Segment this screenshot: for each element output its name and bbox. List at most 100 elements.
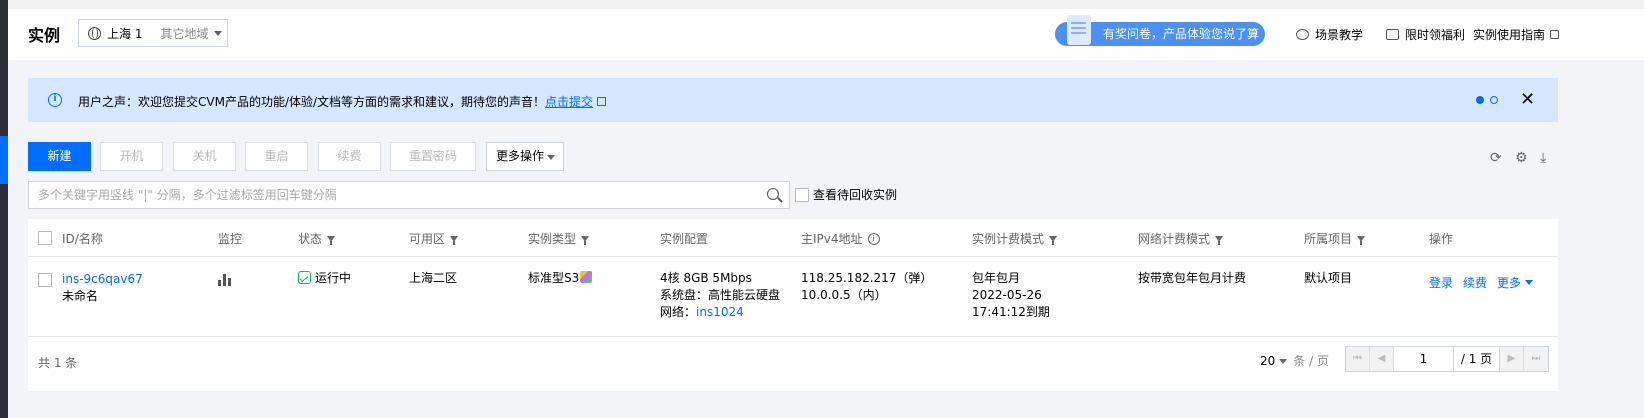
page-title: 实例 — [28, 26, 61, 45]
renew-action[interactable]: 续费 — [1463, 275, 1487, 292]
more-actions-label: 更多操作 — [496, 149, 545, 163]
notice-submit-link[interactable]: 点击提交 — [545, 95, 593, 109]
col-zone[interactable]: 可用区 — [409, 230, 459, 247]
chevron-down-icon — [547, 155, 555, 160]
feedback-notice: i 用户之声：欢迎您提交CVM产品的功能/体验/文档等方面的需求和建议，期待您的… — [28, 78, 1558, 122]
stop-button[interactable]: 关机 — [173, 142, 236, 171]
expiry-date: 2022-05-26 — [972, 288, 1042, 302]
chevron-down-icon — [1279, 359, 1288, 364]
notice-message: 用户之声：欢迎您提交CVM产品的功能/体验/文档等方面的需求和建议，期待您的声音… — [78, 93, 607, 110]
restart-button[interactable]: 重启 — [245, 142, 308, 171]
col-ipv4: 主IPv4地址 i — [801, 230, 880, 247]
running-status-icon — [298, 271, 311, 284]
project-cell: 默认项目 — [1304, 271, 1353, 285]
header-link-label: 限时领福利 — [1405, 28, 1466, 42]
gear-icon[interactable]: ⚙ — [1515, 150, 1528, 166]
next-page-icon[interactable]: ▶ — [1500, 347, 1524, 371]
more-actions-dropdown[interactable]: 更多操作 — [486, 142, 564, 171]
filter-icon[interactable] — [1357, 235, 1366, 245]
filter-icon[interactable] — [1215, 235, 1224, 245]
col-net-billing-label: 网络计费模式 — [1138, 232, 1211, 246]
row-checkbox[interactable] — [38, 273, 52, 287]
refresh-icon[interactable]: ⟳ — [1490, 150, 1502, 166]
header-link-label: 实例使用指南 — [1473, 28, 1546, 42]
eye-slash-icon — [1296, 29, 1309, 40]
col-monitor: 监控 — [218, 232, 243, 246]
filter-icon[interactable] — [1049, 235, 1058, 245]
filter-icon[interactable] — [450, 235, 459, 245]
header-link-label: 场景教学 — [1315, 28, 1364, 42]
col-project[interactable]: 所属项目 — [1304, 230, 1366, 247]
renew-button[interactable]: 续费 — [318, 142, 381, 171]
reset-password-button[interactable]: 重置密码 — [390, 142, 476, 171]
search-icon[interactable] — [767, 188, 779, 200]
header-link-tutorial[interactable]: 场景教学 — [1296, 26, 1363, 43]
col-ipv4-label: 主IPv4地址 — [801, 232, 863, 246]
instance-id-link[interactable]: ins-9c6qav67 — [62, 271, 143, 288]
survey-banner-button[interactable]: 有奖问卷，产品体验您说了算 — [1055, 15, 1265, 46]
close-icon[interactable]: ✕ — [1520, 89, 1535, 110]
login-action[interactable]: 登录 — [1429, 275, 1453, 292]
info-icon[interactable]: i — [867, 232, 880, 245]
monitor-chart-icon[interactable] — [218, 274, 232, 286]
instance-type-text: 标准型S3 — [528, 271, 580, 285]
total-count: 共 1 条 — [38, 356, 78, 370]
start-button[interactable]: 开机 — [100, 142, 163, 171]
pager-dot-active[interactable] — [1476, 96, 1484, 104]
billing-mode: 包年包月 — [972, 271, 1021, 285]
gift-icon — [1386, 29, 1399, 40]
col-net-billing-mode[interactable]: 网络计费模式 — [1138, 230, 1224, 247]
region-other: 其它地域 — [160, 26, 209, 41]
new-instance-button[interactable]: 新建 — [28, 142, 91, 171]
page-size-unit: 条 / 页 — [1293, 354, 1329, 368]
config-net-link[interactable]: ins1024 — [696, 305, 744, 319]
header-top-band — [8, 0, 1644, 9]
region-selector[interactable]: 上海 1 其它地域 — [78, 19, 228, 47]
billing-cell: 包年包月 2022-05-26 17:41:12到期 — [972, 270, 1050, 321]
pager-dot[interactable] — [1490, 96, 1498, 104]
status-cell: 运行中 — [298, 270, 351, 287]
col-billing-mode[interactable]: 实例计费模式 — [972, 230, 1058, 247]
ipv4-cell: 118.25.182.217（弹） 10.0.0.5（内） — [801, 270, 932, 304]
zone-cell: 上海二区 — [409, 271, 458, 285]
region-current: 上海 1 — [107, 26, 143, 41]
col-config: 实例配置 — [660, 232, 709, 246]
globe-icon — [88, 26, 101, 40]
select-all-checkbox[interactable] — [38, 231, 52, 245]
filter-icon[interactable] — [581, 235, 590, 245]
col-status[interactable]: 状态 — [298, 230, 336, 247]
search-input[interactable] — [29, 182, 749, 208]
expiry-time: 17:41:12到期 — [972, 305, 1050, 319]
show-recycle-checkbox[interactable]: 查看待回收实例 — [795, 186, 897, 203]
instance-table: ID/名称 监控 状态 可用区 实例类型 实例配置 主IPv4地址 i 实例计费模… — [28, 219, 1558, 391]
download-icon[interactable]: ⤓ — [1540, 150, 1546, 166]
more-action-label: 更多 — [1497, 276, 1522, 290]
page-size-select[interactable]: 20 条 / 页 — [1260, 352, 1329, 369]
table-row: ins-9c6qav67 未命名 运行中 上海二区 标准型S3 4核 8GB 5… — [28, 257, 1558, 337]
instance-type-cell: 标准型S3 — [528, 270, 593, 287]
col-instance-type[interactable]: 实例类型 — [528, 230, 590, 247]
net-billing-cell: 按带宽包年包月计费 — [1138, 271, 1247, 285]
col-zone-label: 可用区 — [409, 232, 446, 246]
config-cell: 4核 8GB 5Mbps 系统盘：高性能云硬盘 网络：ins1024 — [660, 270, 780, 321]
external-link-icon — [597, 97, 607, 106]
checkbox[interactable] — [795, 187, 809, 202]
filter-icon[interactable] — [327, 235, 336, 245]
col-type-label: 实例类型 — [528, 232, 577, 246]
header-link-benefits[interactable]: 限时领福利 — [1386, 26, 1465, 43]
config-spec: 4核 8GB 5Mbps — [660, 271, 752, 285]
header-link-guide[interactable]: 实例使用指南 — [1473, 26, 1560, 43]
console-side-strip — [0, 0, 8, 418]
page-header: 实例 上海 1 其它地域 有奖问卷，产品体验您说了算 场景教学 限时领福利 实例… — [8, 0, 1644, 60]
first-page-icon[interactable]: ⏮ — [1346, 347, 1370, 371]
notice-text: 用户之声：欢迎您提交CVM产品的功能/体验/文档等方面的需求和建议，期待您的声音… — [78, 95, 546, 109]
prev-page-icon[interactable]: ◀ — [1370, 347, 1394, 371]
survey-label: 有奖问卷，产品体验您说了算 — [1103, 27, 1260, 41]
page-number-input[interactable]: 1 — [1394, 347, 1454, 371]
last-page-icon[interactable]: ⏭ — [1524, 347, 1548, 371]
instance-search-box[interactable] — [28, 181, 790, 209]
external-link-icon — [1550, 30, 1560, 39]
more-action[interactable]: 更多 — [1497, 275, 1534, 292]
page-size-value: 20 — [1260, 354, 1276, 368]
page-total: / 1 页 — [1454, 347, 1500, 371]
